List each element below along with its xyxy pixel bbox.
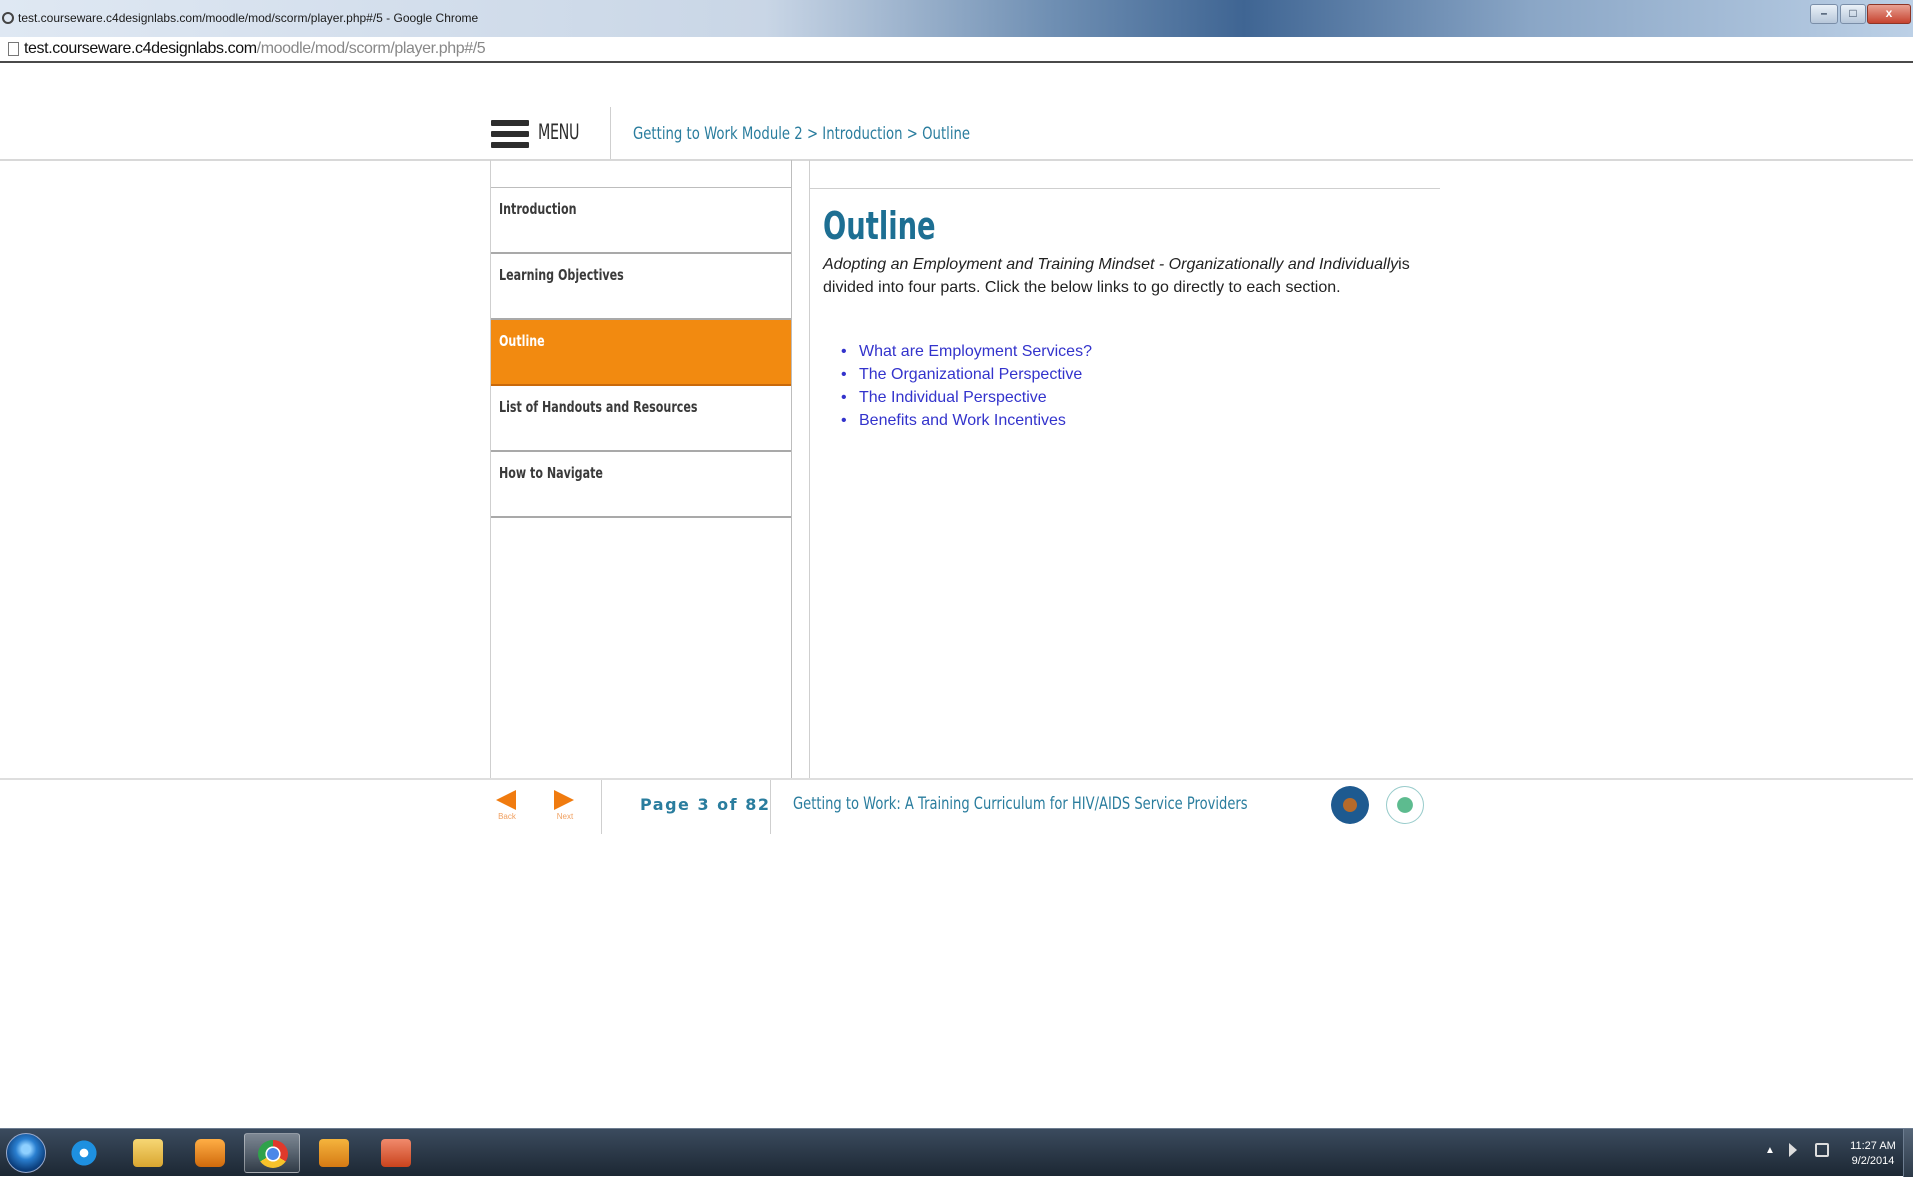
taskbar: ▲ 11:27 AM 9/2/2014 xyxy=(0,1128,1913,1177)
sidebar-item-handouts-resources[interactable]: List of Handouts and Resources xyxy=(491,386,791,452)
intro-paragraph: Adopting an Employment and Training Mind… xyxy=(823,253,1423,299)
sidebar-nav: Introduction Learning Objectives Outline… xyxy=(490,160,792,778)
list-item: The Individual Perspective xyxy=(841,386,1092,409)
sidebar-top-bar xyxy=(491,160,791,188)
sidebar-item-label: Outline xyxy=(499,332,545,350)
list-item: Benefits and Work Incentives xyxy=(841,409,1092,432)
taskbar-app-internet-explorer[interactable] xyxy=(56,1133,112,1173)
chrome-icon xyxy=(258,1140,288,1168)
footer-rule xyxy=(0,778,1913,780)
link-employment-services[interactable]: What are Employment Services? xyxy=(859,343,1092,360)
hhs-seal-icon xyxy=(1386,786,1424,824)
system-tray: ▲ xyxy=(1755,1139,1845,1167)
sidebar-item-label: List of Handouts and Resources xyxy=(499,398,698,416)
next-button[interactable]: Next xyxy=(545,790,585,826)
show-desktop-button[interactable] xyxy=(1903,1129,1913,1177)
chrome-icon xyxy=(2,12,14,24)
url-host: test.courseware.c4designlabs.com xyxy=(24,40,257,57)
list-item: What are Employment Services? xyxy=(841,340,1092,363)
course-title: Getting to Work: A Training Curriculum f… xyxy=(793,794,1248,814)
maximize-button[interactable]: □ xyxy=(1840,4,1866,24)
arrow-right-icon xyxy=(554,790,574,810)
next-label: Next xyxy=(556,812,574,821)
breadcrumb: Getting to Work Module 2 > Introduction … xyxy=(633,124,971,144)
url-field[interactable]: test.courseware.c4designlabs.com/moodle/… xyxy=(24,40,486,58)
link-organizational-perspective[interactable]: The Organizational Perspective xyxy=(859,366,1082,383)
sidebar-item-how-to-navigate[interactable]: How to Navigate xyxy=(491,452,791,518)
link-benefits-work-incentives[interactable]: Benefits and Work Incentives xyxy=(859,412,1066,429)
page-title: Outline xyxy=(823,204,936,248)
minimize-button[interactable]: – xyxy=(1810,4,1838,24)
minimize-icon: – xyxy=(1820,6,1828,20)
clock-time: 11:27 AM xyxy=(1850,1140,1896,1152)
outlook-icon xyxy=(319,1139,349,1167)
folder-icon xyxy=(133,1139,163,1167)
taskbar-app-powerpoint[interactable] xyxy=(368,1133,424,1173)
volume-icon[interactable] xyxy=(1789,1143,1797,1157)
internet-explorer-icon xyxy=(69,1139,99,1167)
close-button[interactable]: x xyxy=(1867,4,1911,24)
start-button[interactable] xyxy=(6,1133,46,1173)
header-rule xyxy=(0,159,1913,161)
sidebar-item-introduction[interactable]: Introduction xyxy=(491,188,791,254)
sidebar-item-learning-objectives[interactable]: Learning Objectives xyxy=(491,254,791,320)
browser-title-bar: test.courseware.c4designlabs.com/moodle/… xyxy=(0,0,1913,37)
footer-divider xyxy=(601,780,602,834)
sidebar-item-label: Introduction xyxy=(499,200,577,218)
hamburger-menu-icon xyxy=(491,120,529,150)
close-icon: x xyxy=(1885,6,1893,20)
sidebar-item-label: Learning Objectives xyxy=(499,266,624,284)
back-label: Back xyxy=(498,812,516,821)
footer-divider xyxy=(770,780,771,834)
system-clock[interactable]: 11:27 AM 9/2/2014 xyxy=(1838,1139,1908,1169)
network-icon[interactable] xyxy=(1815,1143,1829,1157)
link-individual-perspective[interactable]: The Individual Perspective xyxy=(859,389,1047,406)
menu-button[interactable]: MENU xyxy=(488,115,588,155)
taskbar-app-chrome[interactable] xyxy=(244,1133,300,1173)
menu-label: MENU xyxy=(538,120,580,144)
intro-italic-text: Adopting an Employment and Training Mind… xyxy=(823,256,1399,273)
powerpoint-icon xyxy=(381,1139,411,1167)
taskbar-app-outlook[interactable] xyxy=(306,1133,362,1173)
list-item: The Organizational Perspective xyxy=(841,363,1092,386)
arrow-left-icon xyxy=(496,790,516,810)
page-icon xyxy=(8,42,19,56)
sidebar-item-label: How to Navigate xyxy=(499,464,603,482)
column-divider xyxy=(809,160,810,778)
header-divider xyxy=(610,107,611,160)
back-button[interactable]: Back xyxy=(487,790,527,826)
taskbar-app-media-player[interactable] xyxy=(182,1133,238,1173)
url-path: /moodle/mod/scorm/player.php#/5 xyxy=(256,40,486,57)
section-link-list: What are Employment Services? The Organi… xyxy=(841,340,1092,432)
page-indicator: Page 3 of 82 xyxy=(640,795,771,814)
content-top-line xyxy=(810,188,1440,189)
sidebar-item-outline[interactable]: Outline xyxy=(491,320,791,386)
department-of-labor-seal-icon xyxy=(1331,786,1369,824)
taskbar-app-explorer[interactable] xyxy=(120,1133,176,1173)
media-player-icon xyxy=(195,1139,225,1167)
window-title: test.courseware.c4designlabs.com/moodle/… xyxy=(18,11,479,25)
show-hidden-icons-icon[interactable]: ▲ xyxy=(1765,1145,1779,1159)
maximize-icon: □ xyxy=(1849,6,1857,20)
address-bar[interactable]: test.courseware.c4designlabs.com/moodle/… xyxy=(0,37,1913,63)
clock-date: 9/2/2014 xyxy=(1851,1155,1895,1167)
